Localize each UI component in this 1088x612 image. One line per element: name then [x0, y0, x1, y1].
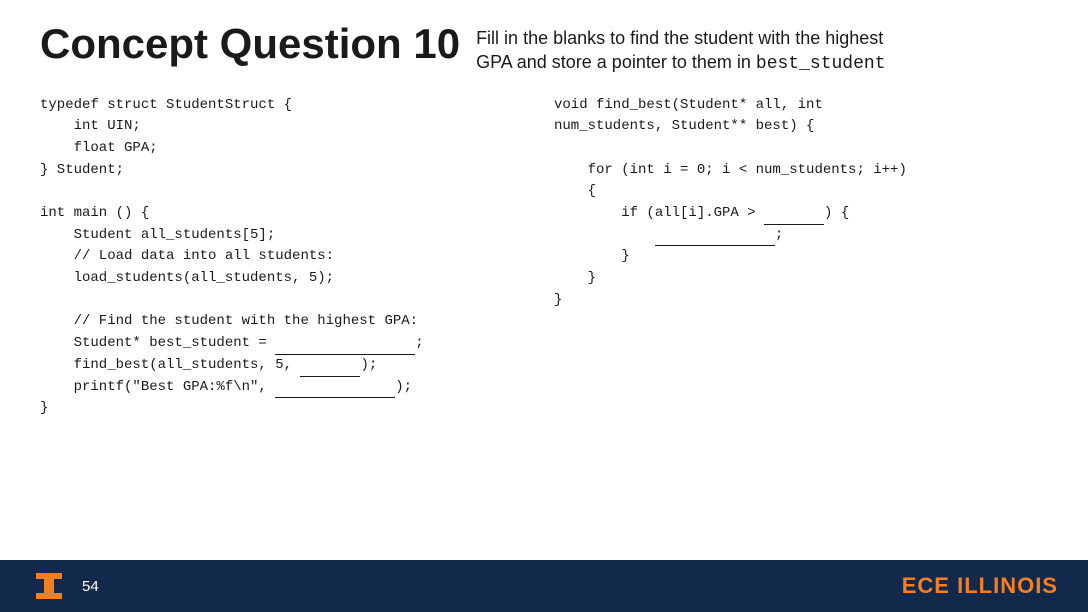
blank-printf-arg	[275, 384, 395, 398]
blank-find-best-arg	[300, 363, 360, 377]
code-right: void find_best(Student* all, int num_stu…	[544, 95, 1048, 420]
code-left: typedef struct StudentStruct { int UIN; …	[40, 95, 544, 420]
concept-title: Concept Question 10	[40, 20, 460, 68]
blank-gpa-compare	[764, 211, 824, 225]
right-code-block: void find_best(Student* all, int num_stu…	[554, 95, 1048, 312]
code-columns: typedef struct StudentStruct { int UIN; …	[40, 95, 1048, 420]
title-row: Concept Question 10 Fill in the blanks t…	[40, 20, 1048, 77]
brand-label: ECE ILLINOIS	[902, 573, 1058, 599]
main-content: Concept Question 10 Fill in the blanks t…	[0, 0, 1088, 555]
title-description: Fill in the blanks to find the student w…	[476, 20, 885, 77]
blank-best-student	[275, 341, 415, 355]
page-number: 54	[82, 578, 99, 595]
footer-left: 54	[30, 567, 99, 605]
blank-update-best	[655, 232, 775, 246]
left-code-block: typedef struct StudentStruct { int UIN; …	[40, 95, 524, 420]
illinois-logo-icon	[30, 567, 68, 605]
footer: 54 ECE ILLINOIS	[0, 560, 1088, 612]
